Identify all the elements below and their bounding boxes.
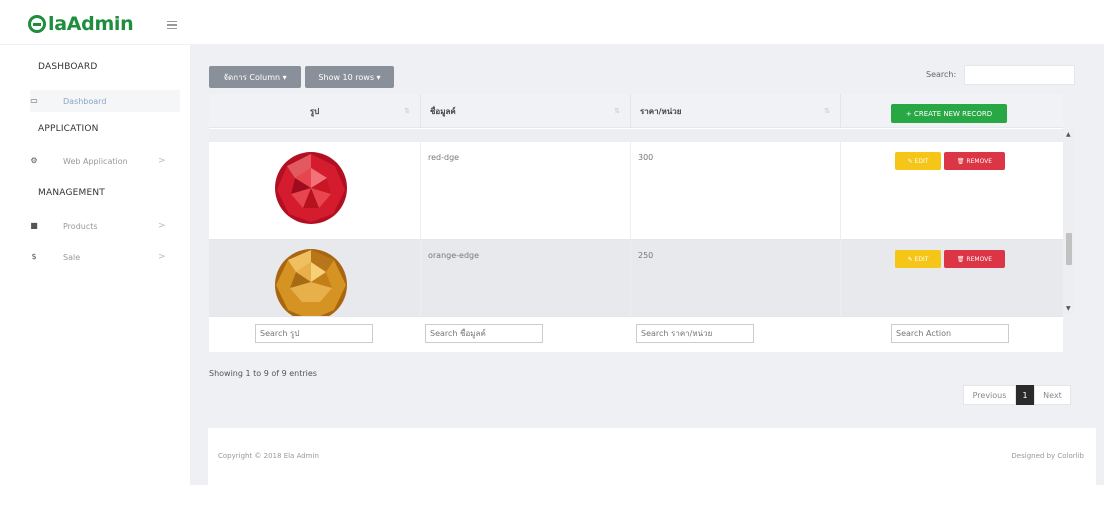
search-label: Search:: [926, 70, 957, 79]
gem-image: [275, 249, 347, 318]
menu-toggle-icon[interactable]: [167, 21, 177, 29]
chevron-right-icon: >: [158, 156, 166, 166]
dollar-icon: $: [31, 252, 37, 261]
data-table: รูป ⇅ ชื่อมูลค์ ⇅ ราคา/หน่วย ⇅ + CREATE …: [209, 94, 1063, 352]
show-rows-button[interactable]: Show 10 rows ▾: [305, 66, 394, 88]
filter-image-input[interactable]: [255, 324, 373, 343]
table-row[interactable]: red-dge 300 ✎ EDIT 🗑 REMOVE: [209, 142, 1063, 240]
filter-price-input[interactable]: [636, 324, 754, 343]
next-page-button[interactable]: Next: [1034, 385, 1071, 405]
column-header-label: ราคา/หน่วย: [640, 106, 682, 116]
scroll-up-icon[interactable]: ▲: [1066, 131, 1071, 138]
cogs-icon: ⚙: [30, 156, 38, 165]
column-header-name[interactable]: ชื่อมูลค์ ⇅: [421, 94, 631, 128]
sidebar-item-sale[interactable]: $ Sale >: [30, 246, 180, 268]
sidebar-section-management: MANAGEMENT: [38, 188, 105, 198]
sort-icon: ⇅: [614, 107, 620, 115]
table-spacer: [209, 129, 1063, 142]
table-scrollbar[interactable]: ▲ ▼: [1063, 129, 1075, 314]
price-cell: 250: [631, 240, 841, 318]
edit-button[interactable]: ✎ EDIT: [895, 250, 941, 268]
pagination: Previous 1 Next: [963, 385, 1071, 405]
designed-by-text: Designed by Colorlib: [1011, 452, 1084, 460]
search-input[interactable]: [964, 65, 1075, 85]
table-footer-filters: [209, 316, 1063, 352]
manage-columns-button[interactable]: จัดการ Column ▾: [209, 66, 301, 88]
page-1-button[interactable]: 1: [1016, 385, 1034, 405]
filter-name-input[interactable]: [425, 324, 543, 343]
previous-page-button[interactable]: Previous: [963, 385, 1016, 405]
column-header-price[interactable]: ราคา/หน่วย ⇅: [631, 94, 841, 128]
scroll-thumb[interactable]: [1066, 233, 1072, 265]
sidebar-item-label: Dashboard: [63, 96, 107, 106]
remove-button[interactable]: 🗑 REMOVE: [944, 250, 1005, 268]
main-content: จัดการ Column ▾ Show 10 rows ▾ Search: ร…: [190, 45, 1104, 485]
name-cell: orange-edge: [421, 240, 631, 318]
sidebar-item-label: Web Application: [63, 156, 128, 166]
name-cell: red-dge: [421, 142, 631, 239]
column-header-image[interactable]: รูป ⇅: [209, 94, 421, 128]
brand-logo[interactable]: laAdmin: [28, 13, 134, 35]
copyright-text: Copyright © 2018 Ela Admin: [218, 452, 319, 460]
sidebar-item-label: Sale: [63, 252, 81, 262]
price-cell: 300: [631, 142, 841, 239]
sort-icon: ⇅: [824, 107, 830, 115]
top-bar: laAdmin: [0, 0, 1104, 45]
create-record-button[interactable]: + CREATE NEW RECORD: [891, 104, 1007, 123]
logo-mark-icon: [28, 15, 46, 33]
sidebar: DASHBOARD ▭ Dashboard APPLICATION ⚙ Web …: [0, 45, 188, 531]
column-header-label: ชื่อมูลค์: [430, 106, 456, 116]
sidebar-section-application: APPLICATION: [38, 124, 99, 134]
sidebar-item-web-application[interactable]: ⚙ Web Application >: [30, 150, 180, 172]
action-cell: ✎ EDIT 🗑 REMOVE: [841, 240, 1063, 318]
scroll-down-icon[interactable]: ▼: [1066, 305, 1071, 312]
page-footer: Copyright © 2018 Ela Admin Designed by C…: [208, 428, 1096, 485]
remove-button[interactable]: 🗑 REMOVE: [944, 152, 1005, 170]
edit-button[interactable]: ✎ EDIT: [895, 152, 941, 170]
table-row[interactable]: orange-edge 250 ✎ EDIT 🗑 REMOVE: [209, 240, 1063, 319]
gem-image: [275, 152, 347, 224]
filter-action-input[interactable]: [891, 324, 1009, 343]
dashboard-icon: ▭: [30, 96, 38, 105]
sidebar-item-products[interactable]: ■ Products >: [30, 215, 180, 237]
table-header: รูป ⇅ ชื่อมูลค์ ⇅ ราคา/หน่วย ⇅ + CREATE …: [209, 94, 1063, 128]
box-icon: ■: [30, 221, 38, 230]
sidebar-item-dashboard[interactable]: ▭ Dashboard: [30, 90, 180, 112]
sidebar-item-label: Products: [63, 221, 98, 231]
image-cell: [209, 142, 421, 239]
table-info: Showing 1 to 9 of 9 entries: [209, 369, 317, 378]
chevron-right-icon: >: [158, 221, 166, 231]
sort-icon: ⇅: [404, 107, 410, 115]
chevron-right-icon: >: [158, 252, 166, 262]
brand-name: laAdmin: [48, 13, 134, 35]
action-cell: ✎ EDIT 🗑 REMOVE: [841, 142, 1063, 239]
sidebar-section-dashboard: DASHBOARD: [38, 62, 98, 72]
column-header-label: รูป: [309, 106, 320, 116]
image-cell: [209, 240, 421, 318]
